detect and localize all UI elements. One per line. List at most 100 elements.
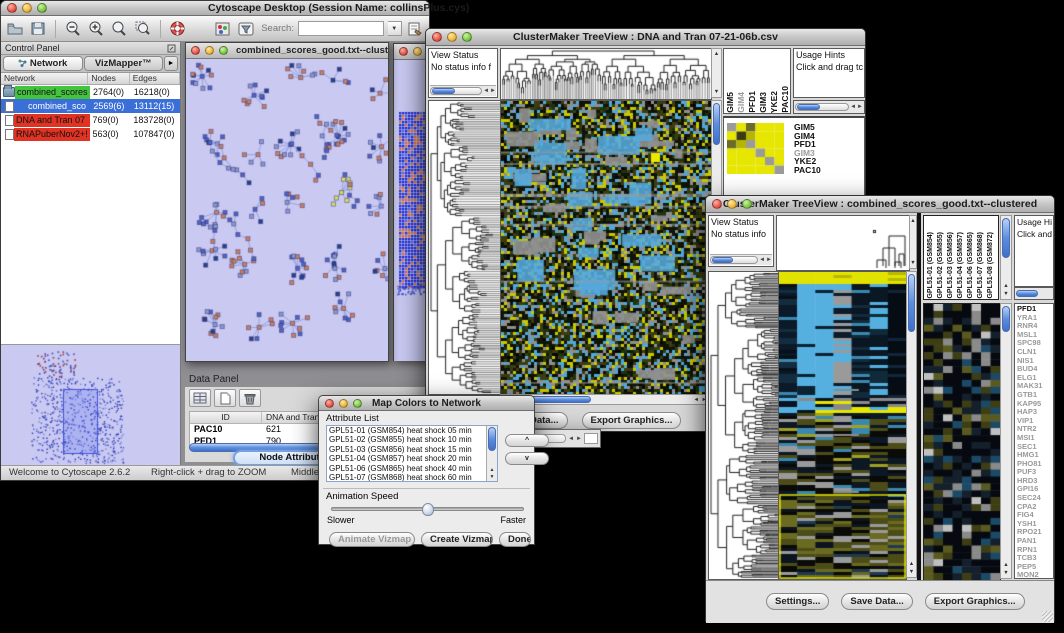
tab-vizmapper[interactable]: VizMapper™ xyxy=(84,56,164,71)
network-row[interactable]: RNAPuberNov2+! 563(0) 107847(0) xyxy=(1,127,180,141)
move-down-button[interactable]: v xyxy=(505,452,549,465)
help-lifering-icon[interactable] xyxy=(167,19,186,38)
treeview1-heatmap[interactable] xyxy=(500,100,712,395)
treeview1-title-bar[interactable]: ClusterMaker TreeView : DNA and Tran 07-… xyxy=(426,29,865,46)
attribute-list[interactable]: GPL51-01 (GSM854) heat shock 05 minGPL51… xyxy=(326,425,498,482)
close-icon[interactable] xyxy=(399,47,408,56)
grid-network-window[interactable] xyxy=(393,43,429,361)
minimize-icon[interactable] xyxy=(205,46,214,55)
zoom-icon[interactable] xyxy=(353,399,362,408)
network-row[interactable]: combined_scores 2764(0) 16218(0) xyxy=(1,85,180,99)
treeview2-heatmap[interactable] xyxy=(778,271,907,580)
close-icon[interactable] xyxy=(325,399,334,408)
zoom-icon[interactable] xyxy=(219,46,228,55)
view-status-scrollbar[interactable]: ◄► xyxy=(710,254,772,265)
treeview1-column-labels[interactable]: GIM5GIM4PFD1GIM3YKE2PAC10 xyxy=(723,48,791,114)
close-icon[interactable] xyxy=(712,199,722,209)
zoom-icon[interactable] xyxy=(462,32,472,42)
attribute-item[interactable]: GPL51-04 (GSM857) heat shock 20 min xyxy=(327,454,486,463)
new-attribute-icon[interactable] xyxy=(214,389,236,407)
treeview2-zoom-heatmap[interactable] xyxy=(923,303,1001,581)
close-icon[interactable] xyxy=(191,46,200,55)
minimize-icon[interactable] xyxy=(727,199,737,209)
tab-overflow-icon[interactable]: ► xyxy=(164,56,178,71)
treeview2-zoom-vscrollbar[interactable]: ▲▼ xyxy=(1000,303,1012,579)
dialog-title-bar[interactable]: Map Colors to Network xyxy=(319,396,534,411)
zoom-in-icon[interactable] xyxy=(86,19,105,38)
treeview2-title-bar[interactable]: ClusterMaker TreeView : combined_scores_… xyxy=(706,196,1054,213)
network-view-window[interactable]: combined_scores_good.txt--cluste... xyxy=(185,42,389,362)
grid-network-canvas[interactable] xyxy=(394,60,429,361)
network-row[interactable]: combined_sco 2569(6) 13112(15) xyxy=(1,99,180,113)
treeview1-export-graphics-button[interactable]: Export Graphics... xyxy=(582,412,682,429)
treeview2-hints-scrollbar[interactable] xyxy=(1014,287,1054,300)
treeview2-row-dendrogram[interactable] xyxy=(708,271,779,580)
main-title-bar[interactable]: Cytoscape Desktop (Session Name: collins… xyxy=(1,1,429,16)
filter-icon[interactable] xyxy=(236,19,255,38)
slider-max-label: Faster xyxy=(500,515,526,525)
attribute-item[interactable]: GPL51-06 (GSM865) heat shock 40 min xyxy=(327,464,486,473)
treeview1-row-labels[interactable]: GIM5GIM4PFD1GIM3YKE2PAC10 xyxy=(794,123,821,174)
network-overview-panel[interactable] xyxy=(1,345,180,466)
treeview1-column-dendrogram[interactable] xyxy=(500,48,712,100)
treeview2-gene-labels[interactable]: PFD1YRA1RNR4MSL1SPC98CLN1NIS1BUD4ELG1MAK… xyxy=(1014,303,1054,579)
minimize-icon[interactable] xyxy=(339,399,348,408)
attr-col-id[interactable]: ID xyxy=(190,412,262,423)
done-button[interactable]: Done xyxy=(499,532,531,547)
vizmap-icon[interactable] xyxy=(212,19,231,38)
slider-thumb[interactable] xyxy=(422,503,434,516)
move-up-button[interactable]: ^ xyxy=(505,434,549,447)
treeview1-hints-scrollbar[interactable]: ◄► xyxy=(793,100,865,114)
attribute-item[interactable]: GPL51-02 (GSM855) heat shock 10 min xyxy=(327,435,486,444)
resize-grip[interactable] xyxy=(1042,611,1053,622)
network-row[interactable]: DNA and Tran 07 769(0) 183728(0) xyxy=(1,113,180,127)
treeview2-heatmap-vscrollbar[interactable]: ▲▼ xyxy=(906,271,917,578)
open-file-icon[interactable] xyxy=(5,19,24,38)
column-label: PAC10 xyxy=(781,86,790,113)
main-window-title: Cytoscape Desktop (Session Name: collins… xyxy=(208,2,429,14)
treeview2-column-dendrogram[interactable] xyxy=(776,215,910,271)
close-icon[interactable] xyxy=(7,3,17,13)
treeview2-settings-button[interactable]: Settings... xyxy=(766,593,829,610)
network-table-header[interactable]: NetworkNodesEdges xyxy=(1,73,180,85)
tab-network[interactable]: Network xyxy=(3,56,83,71)
minimize-icon[interactable] xyxy=(22,3,32,13)
attribute-select-icon[interactable] xyxy=(189,389,211,407)
treeview2-export-graphics-button[interactable]: Export Graphics... xyxy=(925,593,1025,610)
treeview2-labels-vscrollbar[interactable]: ▲▼ xyxy=(1000,215,1012,300)
attribute-item[interactable]: GPL51-07 (GSM868) heat shock 60 min xyxy=(327,473,486,482)
zoom-selected-icon[interactable] xyxy=(133,19,152,38)
attribute-list-scrollbar[interactable]: ▲ ▼ xyxy=(486,426,497,481)
attribute-item[interactable]: GPL51-03 (GSM856) heat shock 15 min xyxy=(327,445,486,454)
search-dropdown-icon[interactable]: ▼ xyxy=(388,21,402,36)
save-icon[interactable] xyxy=(28,19,47,38)
network-view-canvas[interactable] xyxy=(186,59,388,361)
network-row-icon xyxy=(5,101,14,112)
zoom-out-icon[interactable] xyxy=(63,19,82,38)
zoom-icon[interactable] xyxy=(742,199,752,209)
attribute-editor-icon[interactable] xyxy=(406,19,425,38)
minimize-icon[interactable] xyxy=(413,47,422,56)
view-status-scrollbar[interactable]: ◄► xyxy=(430,85,496,96)
create-vizmap-button[interactable]: Create Vizmap xyxy=(421,532,493,547)
search-input[interactable] xyxy=(298,21,384,36)
minimize-icon[interactable] xyxy=(447,32,457,42)
treeview1-dendro-scrollbar[interactable]: ▲▼ xyxy=(711,48,722,98)
close-icon[interactable] xyxy=(432,32,442,42)
animate-vizmap-button[interactable]: Animate Vizmap xyxy=(329,532,415,547)
animation-speed-slider[interactable] xyxy=(331,507,524,511)
network-view-title-bar[interactable]: combined_scores_good.txt--cluste... xyxy=(186,43,388,59)
attribute-item[interactable]: GPL51-01 (GSM854) heat shock 05 min xyxy=(327,426,486,435)
delete-attribute-icon[interactable] xyxy=(239,389,261,407)
treeview1-correlation-heatmap[interactable] xyxy=(727,123,784,174)
treeview1-row-dendrogram[interactable] xyxy=(428,100,501,395)
toolbar-separator xyxy=(55,20,56,38)
float-panel-icon[interactable] xyxy=(167,44,176,53)
treeview2-column-labels[interactable]: GPL51-01 (GSM854)GPL51-02 (GSM855)GPL51-… xyxy=(923,215,999,300)
network-edges-count: 107847(0) xyxy=(130,129,180,139)
treeview2-save-data-button[interactable]: Save Data... xyxy=(841,593,912,610)
usage-hints-label: Usage Hints xyxy=(794,49,864,61)
treeview2-dendro-scrollbar[interactable]: ▲▼ xyxy=(909,215,917,269)
zoom-fit-icon[interactable] xyxy=(110,19,129,38)
zoom-icon[interactable] xyxy=(37,3,47,13)
